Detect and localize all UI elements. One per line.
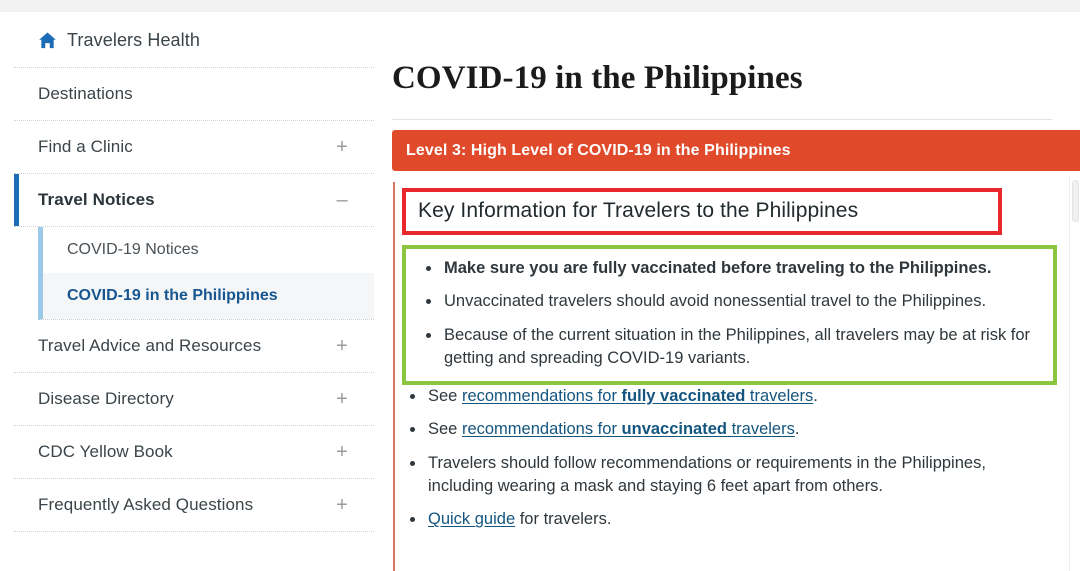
key-bullets-annotation-box: Make sure you are fully vaccinated befor… — [402, 245, 1057, 385]
link-recommendations-fully-vaccinated[interactable]: recommendations for fully vaccinated tra… — [462, 387, 813, 405]
sidebar-item-label: Find a Clinic — [38, 137, 133, 156]
sidebar-subitem-covid-19-in-the-philippines[interactable]: COVID-19 in the Philippines — [43, 273, 374, 319]
sidebar-item-find-a-clinic[interactable]: Find a Clinic + — [14, 121, 374, 174]
expand-toggle-plus-icon[interactable]: + — [334, 137, 350, 157]
sidebar-item-cdc-yellow-book[interactable]: CDC Yellow Book + — [14, 426, 374, 479]
article-body: Key Information for Travelers to the Phi… — [402, 188, 1074, 532]
sidebar-item-disease-directory[interactable]: Disease Directory + — [14, 373, 374, 426]
browser-viewport: Travelers Health Destinations Find a Cli… — [0, 12, 1080, 571]
sidebar-item-travel-notices[interactable]: Travel Notices – — [14, 174, 374, 227]
link-text-pre: recommendations for — [461, 420, 622, 439]
link-suffix-text: . — [794, 420, 800, 439]
travel-notice-banner-label: Level 3: High Level of COVID-19 in the P… — [406, 141, 791, 159]
sidebar-subitem-label: COVID-19 in the Philippines — [67, 287, 278, 304]
home-icon — [38, 31, 57, 50]
collapse-toggle-minus-icon[interactable]: – — [334, 190, 350, 210]
sidebar-item-label: Travel Advice and Resources — [38, 336, 262, 355]
link-text-bold: fully vaccinated — [621, 386, 746, 405]
sidebar-item-label: Disease Directory — [38, 389, 174, 408]
sidebar-item-label: CDC Yellow Book — [38, 442, 173, 461]
sidebar-subnav-travel-notices: COVID-19 Notices COVID-19 in the Philipp… — [38, 227, 374, 320]
sidebar-item-travelers-health[interactable]: Travelers Health — [14, 12, 374, 68]
sidebar-item-travel-advice-and-resources[interactable]: Travel Advice and Resources + — [14, 320, 374, 373]
key-information-heading: Key Information for Travelers to the Phi… — [418, 199, 859, 222]
link-suffix-text: for travelers. — [515, 510, 612, 529]
sidebar-item-label: Destinations — [38, 84, 133, 103]
key-information-heading-annotation-box: Key Information for Travelers to the Phi… — [402, 188, 1002, 235]
sidebar-subitem-label: COVID-19 Notices — [67, 241, 199, 258]
article-left-rail — [393, 182, 395, 571]
link-prefix-text: See — [428, 420, 462, 439]
link-text-post: travelers — [745, 386, 814, 405]
page-scrollbar-thumb[interactable] — [1072, 180, 1079, 222]
sidebar-item-label: Frequently Asked Questions — [38, 495, 254, 514]
sidebar-navigation: Travelers Health Destinations Find a Cli… — [14, 12, 374, 571]
sidebar-item-label: Travel Notices — [38, 190, 155, 209]
resource-link-list: See recommendations for fully vaccinated… — [402, 385, 1042, 532]
list-item: Because of the current situation in the … — [418, 324, 1041, 371]
link-prefix-text: See — [428, 386, 462, 405]
sidebar-item-frequently-asked-questions[interactable]: Frequently Asked Questions + — [14, 479, 374, 532]
expand-toggle-plus-icon[interactable]: + — [334, 389, 350, 409]
page-scrollbar-track[interactable] — [1069, 177, 1078, 571]
link-text-pre: recommendations for — [461, 386, 622, 405]
sidebar-item-destinations[interactable]: Destinations — [14, 68, 374, 121]
link-quick-guide[interactable]: Quick guide — [428, 510, 515, 528]
main-content: COVID-19 in the Philippines Level 3: Hig… — [374, 12, 1080, 571]
link-text-bold: unvaccinated — [621, 420, 727, 439]
travel-notice-banner[interactable]: Level 3: High Level of COVID-19 in the P… — [392, 130, 1080, 171]
expand-toggle-plus-icon[interactable]: + — [334, 442, 350, 462]
list-item: Quick guide for travelers. — [402, 508, 1042, 531]
list-item: Make sure you are fully vaccinated befor… — [418, 257, 1041, 280]
link-text-post: travelers — [727, 420, 795, 439]
sidebar-item-label: Travelers Health — [67, 30, 200, 50]
list-item: Travelers should follow recommendations … — [402, 452, 1042, 499]
sidebar-subitem-covid-19-notices[interactable]: COVID-19 Notices — [43, 227, 374, 273]
expand-toggle-plus-icon[interactable]: + — [334, 336, 350, 356]
title-divider — [392, 119, 1052, 121]
list-item: Unvaccinated travelers should avoid none… — [418, 290, 1041, 313]
list-item: See recommendations for unvaccinated tra… — [402, 418, 1042, 441]
key-bullet-list: Make sure you are fully vaccinated befor… — [418, 257, 1041, 371]
link-suffix-text: . — [813, 386, 818, 405]
link-recommendations-unvaccinated[interactable]: recommendations for unvaccinated travele… — [462, 420, 795, 438]
list-item: See recommendations for fully vaccinated… — [402, 385, 1042, 408]
expand-toggle-plus-icon[interactable]: + — [334, 495, 350, 515]
page-title: COVID-19 in the Philippines — [392, 60, 803, 97]
